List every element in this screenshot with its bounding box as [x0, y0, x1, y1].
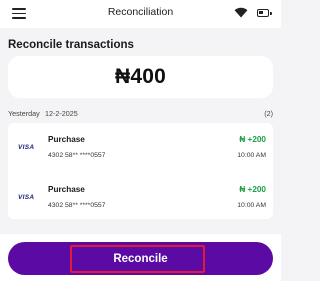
date-group-count: (2) — [264, 109, 273, 118]
date-group-day: Yesterday — [8, 109, 40, 118]
transaction-time: 10:00 AM — [237, 152, 266, 159]
visa-logo-icon: VISA — [18, 144, 35, 151]
date-group-header: Yesterday 12-2-2025 (2) — [8, 109, 273, 121]
transaction-title: Purchase — [48, 135, 85, 144]
transaction-list: VISA Purchase 4302 58** ****0557 ₦ +200 … — [8, 123, 273, 219]
highlight-box — [70, 245, 205, 273]
section-title: Reconcile transactions — [8, 39, 134, 51]
wifi-icon — [234, 7, 248, 18]
transaction-row[interactable]: VISA Purchase 4302 58** ****0557 ₦ +200 … — [8, 132, 273, 172]
transaction-row[interactable]: VISA Purchase 4302 58** ****0557 ₦ +200 … — [8, 182, 273, 222]
transaction-amount: ₦ +200 — [239, 135, 266, 144]
transaction-card-number: 4302 58** ****0557 — [48, 152, 106, 159]
visa-logo-icon: VISA — [18, 194, 35, 201]
transaction-title: Purchase — [48, 185, 85, 194]
top-app-bar: Reconciliation — [0, 0, 281, 28]
transaction-card-number: 4302 58** ****0557 — [48, 202, 106, 209]
transaction-amount: ₦ +200 — [239, 185, 266, 194]
date-group-date: 12-2-2025 — [45, 109, 78, 118]
total-amount-card: ₦400 — [8, 56, 273, 98]
transaction-time: 10:00 AM — [237, 202, 266, 209]
battery-icon — [257, 9, 272, 17]
total-amount: ₦400 — [114, 65, 166, 88]
